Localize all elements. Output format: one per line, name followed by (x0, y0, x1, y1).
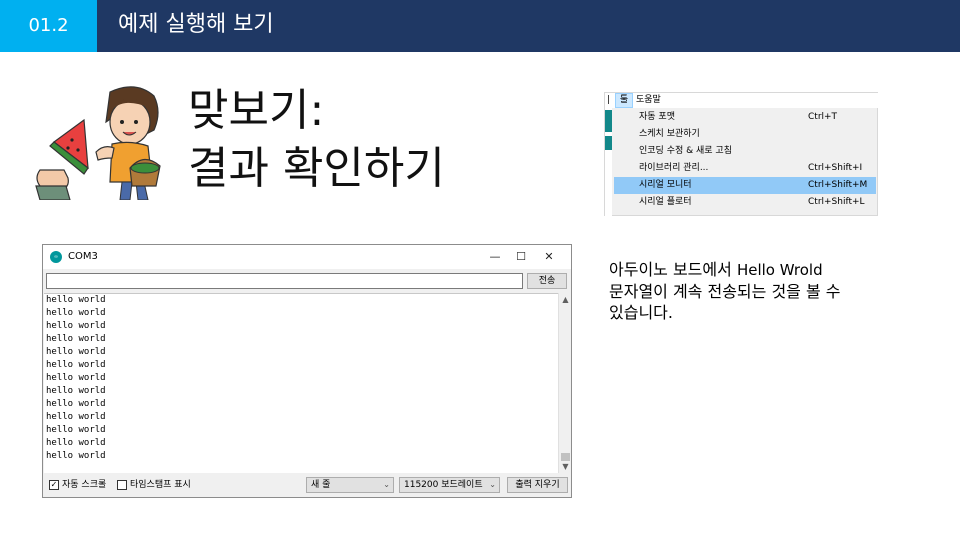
baud-rate-select[interactable]: 115200 보드레이트 ⌄ (399, 477, 500, 493)
menu-item-shortcut: Ctrl+Shift+I (808, 163, 863, 173)
output-line: hello world (46, 295, 106, 305)
scroll-up-icon[interactable]: ▲ (559, 294, 572, 306)
slide-title-line2: 결과 확인하기 (188, 143, 445, 194)
editor-edge-strip (605, 108, 612, 217)
description-line3: 있습니다. (609, 303, 673, 322)
menu-item-label: 시리얼 플로터 (639, 197, 692, 207)
tools-menu-items: 자동 포맷 Ctrl+T 스케치 보관하기 인코딩 수정 & 새로 고침 라이브… (614, 109, 876, 211)
autoscroll-checkbox[interactable]: ✓ (49, 480, 59, 490)
timestamp-label: 타임스탬프 표시 (130, 480, 191, 490)
output-line: hello world (46, 412, 106, 422)
description-line1-en: Hello Wrold (736, 261, 823, 279)
menu-item-label: 인코딩 수정 & 새로 고침 (639, 146, 732, 156)
serial-input[interactable] (46, 273, 523, 289)
output-line: hello world (46, 399, 106, 409)
minimize-icon[interactable]: — (483, 245, 507, 269)
window-title: COM3 (68, 251, 98, 262)
autoscroll-label: 자동 스크롤 (62, 480, 107, 490)
menu-help[interactable]: 도움말 (636, 94, 661, 107)
description-line1-ko: 아두이노 보드에서 (609, 260, 737, 279)
section-title: 예제 실행해 보기 (118, 12, 274, 37)
menu-item-label: 시리얼 모니터 (639, 180, 692, 190)
vertical-scrollbar[interactable]: ▲ ▼ (558, 293, 571, 473)
output-line: hello world (46, 308, 106, 318)
chevron-down-icon: ⌄ (383, 480, 390, 489)
output-line: hello world (46, 438, 106, 448)
description-text: 아두이노 보드에서 Hello Wrold 문자열이 계속 전송되는 것을 볼 … (609, 259, 909, 323)
output-line: hello world (46, 347, 106, 357)
girl-watermelon-illustration (35, 86, 161, 200)
slide-title-line1: 맞보기: (188, 85, 325, 136)
menu-item-manage-libraries[interactable]: 라이브러리 관리... Ctrl+Shift+I (614, 160, 876, 177)
chevron-down-icon: ⌄ (489, 480, 496, 489)
menu-item-shortcut: Ctrl+Shift+M (808, 180, 868, 190)
maximize-icon[interactable]: ☐ (509, 245, 533, 269)
tools-menu-screenshot: | 툴 도움말 자동 포맷 Ctrl+T 스케치 보관하기 인코딩 수정 & 새… (604, 92, 879, 217)
scroll-thumb[interactable] (561, 453, 570, 461)
description-line2: 문자열이 계속 전송되는 것을 볼 수 (609, 282, 841, 301)
bottom-controls: ✓ 자동 스크롤 타임스탬프 표시 새 줄 ⌄ 115200 보드레이트 ⌄ 출… (43, 473, 571, 497)
menu-item-label: 자동 포맷 (639, 112, 675, 122)
send-button[interactable]: 전송 (527, 273, 567, 289)
output-line: hello world (46, 425, 106, 435)
output-line: hello world (46, 386, 106, 396)
menu-item-serial-plotter[interactable]: 시리얼 플로터 Ctrl+Shift+L (614, 194, 876, 211)
slide-title: 맞보기: 결과 확인하기 (188, 82, 445, 198)
clear-output-button[interactable]: 출력 지우기 (507, 477, 568, 493)
timestamp-checkbox[interactable] (117, 480, 127, 490)
menu-item-shortcut: Ctrl+Shift+L (808, 197, 865, 207)
section-number: 01.2 (0, 0, 97, 52)
output-line: hello world (46, 334, 106, 344)
menu-item-label: 라이브러리 관리... (639, 163, 709, 173)
menu-tools[interactable]: 툴 (615, 93, 633, 108)
arduino-logo-icon: ∞ (50, 251, 62, 263)
send-row: 전송 (43, 269, 571, 293)
menu-item-auto-format[interactable]: 자동 포맷 Ctrl+T (614, 109, 876, 126)
output-line: hello world (46, 360, 106, 370)
serial-output[interactable]: hello world hello world hello world hell… (44, 293, 558, 473)
output-line: hello world (46, 321, 106, 331)
menu-item-fix-encoding[interactable]: 인코딩 수정 & 새로 고침 (614, 143, 876, 160)
baud-rate-value: 115200 보드레이트 (404, 480, 483, 490)
line-ending-select[interactable]: 새 줄 ⌄ (306, 477, 394, 493)
output-line: hello world (46, 451, 106, 461)
menu-item-archive-sketch[interactable]: 스케치 보관하기 (614, 126, 876, 143)
scroll-down-icon[interactable]: ▼ (559, 461, 572, 473)
menu-item-label: 스케치 보관하기 (639, 129, 700, 139)
menu-item-shortcut: Ctrl+T (808, 112, 838, 122)
close-icon[interactable]: ✕ (537, 245, 561, 269)
menu-item-serial-monitor[interactable]: 시리얼 모니터 Ctrl+Shift+M (614, 177, 876, 194)
output-line: hello world (46, 373, 106, 383)
serial-monitor-window: ∞ COM3 — ☐ ✕ 전송 hello world hello world … (42, 244, 572, 498)
window-titlebar[interactable]: ∞ COM3 — ☐ ✕ (43, 245, 571, 269)
menu-bar: | 툴 도움말 (605, 93, 879, 108)
menu-separator: | (607, 95, 611, 105)
header-bar: 01.2 예제 실행해 보기 (0, 0, 960, 52)
line-ending-value: 새 줄 (311, 480, 331, 490)
